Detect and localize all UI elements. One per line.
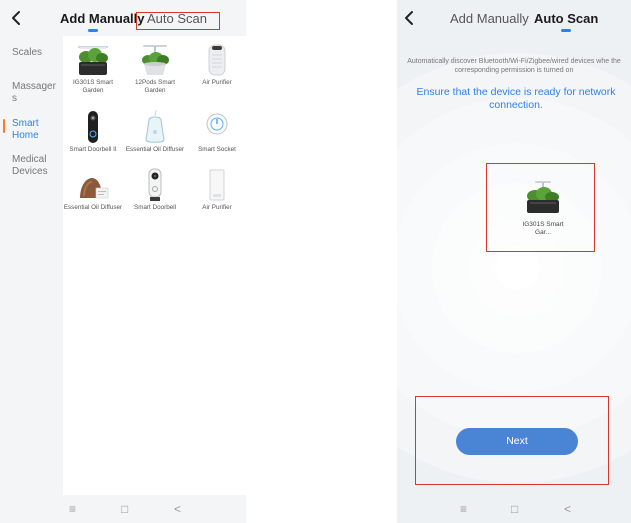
device-tile[interactable]: Smart Doorbell [125,168,185,212]
device-label: Air Purifier [202,79,232,86]
back-arrow-icon[interactable] [399,7,421,29]
diffuser-icon [143,109,167,144]
active-tab-indicator [561,29,571,32]
device-grid: IG301S Smart Garden 12Pods Smart Garden [63,36,246,495]
top-bar: Add Manually Auto Scan [397,0,631,36]
highlight-box-next-button [415,396,609,485]
device-label: IG301S Smart Garden [73,79,113,94]
air-purifier-box-icon [207,168,227,202]
auto-scan-screen: Add Manually Auto Scan Automatically dis… [397,0,631,523]
tab-auto-scan[interactable]: Auto Scan [534,11,598,26]
ready-instruction: Ensure that the device is ready for netw… [416,86,616,111]
device-tile[interactable]: Air Purifier [187,168,246,212]
sidebar-item-medical-devices[interactable]: Medical Devices [12,154,60,178]
device-label: Air Purifier [202,204,232,211]
device-label: Smart Socket [198,146,236,153]
device-tile[interactable]: Essential Oil Diffuser [125,109,185,154]
menu-icon[interactable]: ≡ [69,502,76,516]
device-tile[interactable]: 12Pods Smart Garden [125,43,185,95]
top-bar: Add Manually Auto Scan [0,0,246,36]
selected-category-marker [3,119,5,133]
device-label: Essential Oil Diffuser [63,204,123,211]
sidebar-item-scales[interactable]: Scales [12,47,60,59]
device-label: 12Pods Smart Garden [135,79,175,94]
system-nav-bar: ≡ □ < [397,495,631,523]
air-purifier-icon [207,43,227,77]
add-manually-screen: Add Manually Auto Scan Scales Massager s… [0,0,246,523]
system-nav-bar: ≡ □ < [0,495,246,523]
device-tile[interactable]: Essential Oil Diffuser [63,168,123,212]
device-label: Smart Doorbell [134,204,176,211]
device-tile[interactable]: IG301S Smart Garden [63,43,123,95]
doorbell-icon [86,110,100,144]
back-arrow-icon[interactable] [6,7,28,29]
home-icon[interactable]: □ [511,502,518,516]
socket-icon [205,110,229,144]
home-icon[interactable]: □ [121,502,128,516]
tab-add-manually[interactable]: Add Manually [450,11,529,26]
tab-add-manually[interactable]: Add Manually [60,11,145,26]
highlight-box-auto-scan-tab [136,12,220,30]
device-tile[interactable]: Smart Socket [187,110,246,154]
device-tile[interactable]: Air Purifier [187,43,246,87]
back-icon[interactable]: < [174,502,181,516]
wood-diffuser-icon [76,168,110,202]
highlight-box-discovered-device [486,163,595,252]
back-icon[interactable]: < [564,502,571,516]
menu-icon[interactable]: ≡ [460,502,467,516]
doorbell-camera-icon [145,168,165,202]
device-label: Essential Oil Diffuser [125,146,185,153]
smart-garden-icon [77,43,109,77]
device-tile[interactable]: Smart Doorbell II [63,110,123,154]
device-label: Smart Doorbell II [69,146,117,153]
discovery-hint: Automatically discover Bluetooth/Wi-Fi/Z… [407,58,621,74]
smart-garden-icon [139,43,171,77]
active-tab-indicator [88,29,98,32]
sidebar-item-massagers[interactable]: Massager s [12,81,60,105]
sidebar-item-smart-home[interactable]: Smart Home [12,118,60,142]
category-sidebar: Scales Massager s Smart Home Medical Dev… [0,36,63,495]
